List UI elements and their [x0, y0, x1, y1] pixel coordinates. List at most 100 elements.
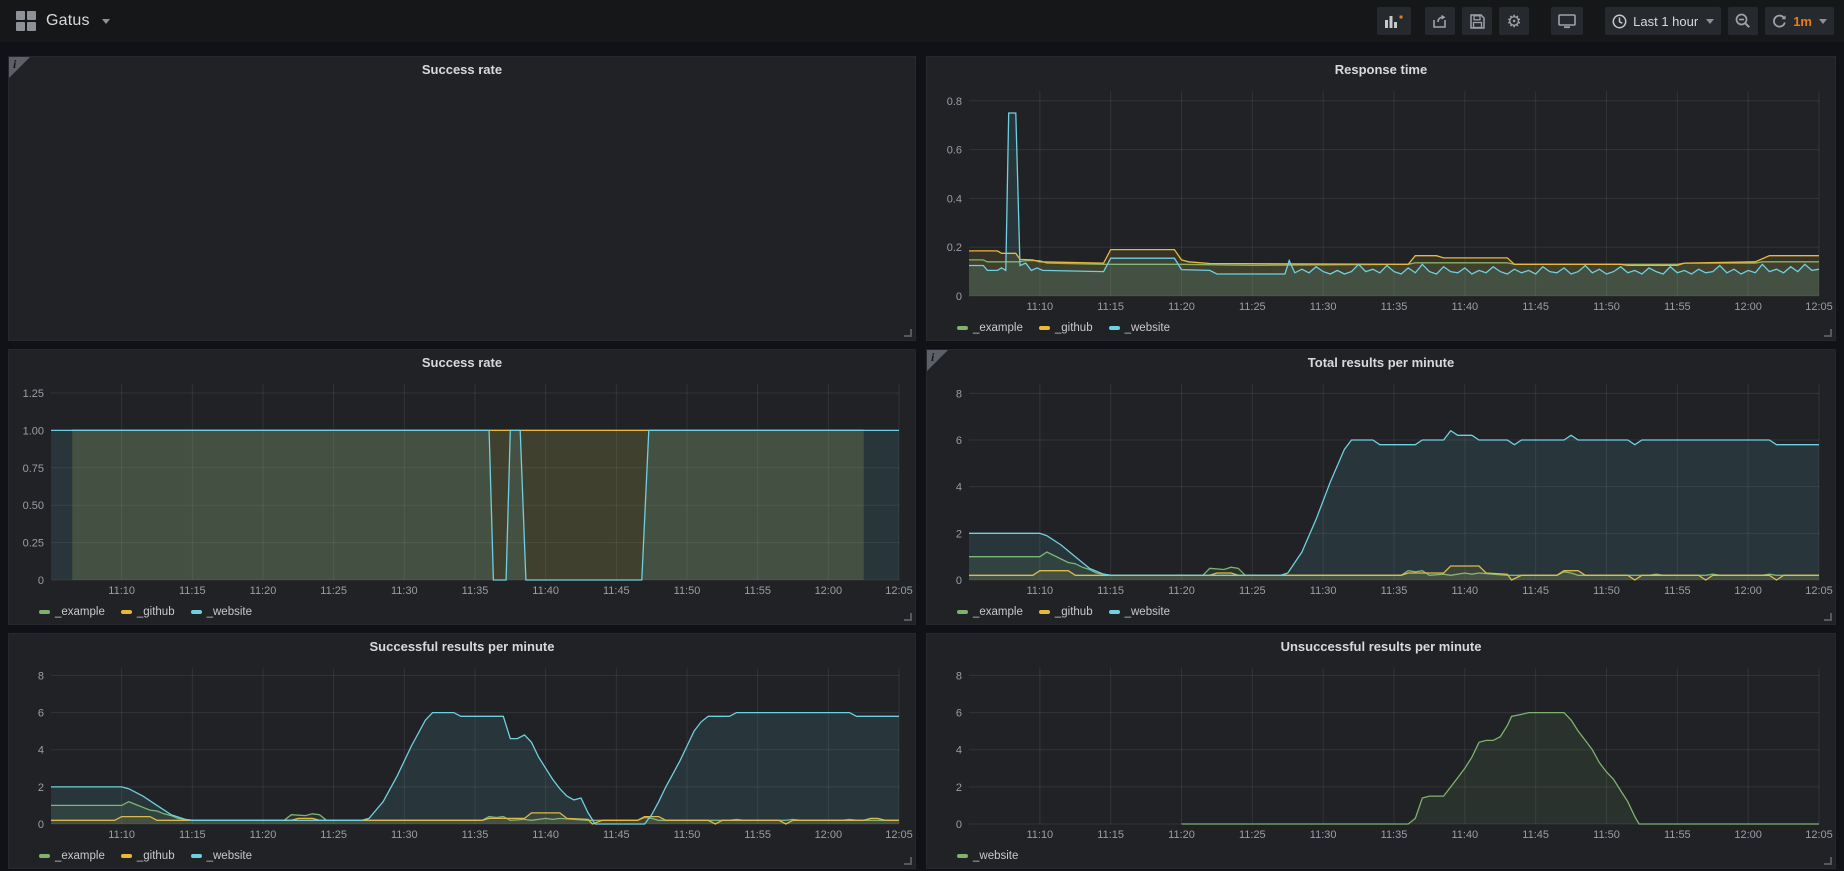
legend-item-_website[interactable]: _website [191, 606, 252, 618]
zoom-out-button[interactable] [1728, 7, 1758, 35]
panel-info-icon[interactable]: i [927, 350, 948, 371]
legend-label: _github [137, 850, 175, 862]
dashboard-caret-down-icon[interactable] [102, 19, 110, 24]
x-tick-label: 11:40 [1451, 301, 1478, 313]
y-tick-label: 6 [956, 435, 962, 447]
x-tick-label: 11:20 [1168, 301, 1195, 313]
navbar-right: ⚙ Last 1 hour [1370, 7, 1834, 35]
x-tick-label: 11:55 [1664, 585, 1691, 597]
panel-title[interactable]: Success rate [9, 57, 915, 83]
x-tick-label: 11:35 [462, 585, 489, 597]
legend-item-_website[interactable]: _website [957, 850, 1018, 862]
x-tick-label: 11:50 [1593, 301, 1620, 313]
x-tick-label: 11:35 [1381, 585, 1408, 597]
legend-item-_github[interactable]: _github [1039, 606, 1093, 618]
legend-label: _github [1055, 606, 1093, 618]
grafana-dashboard: Gatus [0, 0, 1844, 871]
legend-item-_github[interactable]: _github [121, 850, 175, 862]
unsuccessful-results-chart[interactable]: 11:1011:1511:2011:2511:3011:3511:4011:45… [927, 660, 1835, 844]
x-tick-label: 11:10 [108, 585, 135, 597]
legend-label: _example [973, 322, 1023, 334]
panel-successful-results: Successful results per minute 11:1011:15… [8, 633, 916, 869]
add-panel-button[interactable] [1377, 7, 1411, 35]
chart-canvas[interactable]: 11:1011:1511:2011:2511:3011:3511:4011:45… [9, 660, 915, 844]
x-tick-label: 11:15 [179, 829, 206, 841]
series-area-_website [969, 431, 1819, 580]
legend-item-_github[interactable]: _github [121, 606, 175, 618]
settings-button[interactable]: ⚙ [1499, 7, 1529, 35]
successful-results-chart[interactable]: 11:1011:1511:2011:2511:3011:3511:4011:45… [9, 660, 915, 844]
legend-label: _website [973, 850, 1018, 862]
x-tick-label: 11:10 [1026, 585, 1053, 597]
legend-label: _website [207, 606, 252, 618]
x-tick-label: 11:45 [603, 585, 630, 597]
tv-kiosk-icon [1558, 14, 1576, 29]
navbar: Gatus [0, 0, 1844, 42]
x-tick-label: 11:55 [744, 829, 771, 841]
legend-item-_example[interactable]: _example [957, 606, 1023, 618]
y-tick-label: 0 [38, 819, 44, 831]
legend-swatch [957, 610, 968, 614]
chart-canvas[interactable]: 11:1011:1511:2011:2511:3011:3511:4011:45… [927, 83, 1835, 316]
y-tick-label: 0.75 [23, 463, 44, 475]
navbar-left: Gatus [10, 11, 110, 31]
panel-success-rate-timeseries: Success rate 11:1011:1511:2011:2511:3011… [8, 349, 916, 625]
panel-title[interactable]: Total results per minute [927, 350, 1835, 376]
y-tick-label: 6 [38, 708, 44, 720]
panel-title[interactable]: Unsuccessful results per minute [927, 634, 1835, 660]
refresh-icon [1772, 14, 1787, 29]
x-tick-label: 11:20 [250, 585, 277, 597]
chart-canvas[interactable]: 11:1011:1511:2011:2511:3011:3511:4011:45… [927, 376, 1835, 600]
dashboard-title[interactable]: Gatus [46, 12, 90, 30]
panel-title[interactable]: Success rate [9, 350, 915, 376]
legend-item-_github[interactable]: _github [1039, 322, 1093, 334]
x-tick-label: 12:05 [1805, 829, 1833, 841]
total-results-chart[interactable]: 11:1011:1511:2011:2511:3011:3511:4011:45… [927, 376, 1835, 600]
legend-item-_website[interactable]: _website [1109, 322, 1170, 334]
refresh-interval-label: 1m [1793, 14, 1812, 29]
time-range-picker[interactable]: Last 1 hour [1605, 7, 1721, 35]
legend-swatch [1039, 610, 1050, 614]
x-tick-label: 11:15 [179, 585, 206, 597]
x-tick-label: 11:25 [320, 829, 347, 841]
x-tick-label: 11:25 [1239, 585, 1266, 597]
chart-canvas[interactable]: 11:1011:1511:2011:2511:3011:3511:4011:45… [9, 376, 915, 600]
panel-title[interactable]: Response time [927, 57, 1835, 83]
save-button[interactable] [1462, 7, 1492, 35]
kiosk-mode-button[interactable] [1551, 7, 1583, 35]
legend-swatch [39, 610, 50, 614]
zoom-out-icon [1735, 13, 1751, 29]
refresh-picker[interactable]: 1m [1765, 7, 1834, 35]
x-tick-label: 11:50 [1593, 585, 1620, 597]
x-tick-label: 11:45 [1522, 301, 1549, 313]
legend-swatch [121, 854, 132, 858]
y-tick-label: 8 [956, 388, 962, 400]
gauge-_example[interactable] [9, 83, 311, 340]
gauge-_github[interactable] [311, 83, 613, 340]
chart-canvas[interactable]: 11:1011:1511:2011:2511:3011:3511:4011:45… [927, 660, 1835, 844]
gauge-_website[interactable] [613, 83, 915, 340]
legend-item-_website[interactable]: _website [1109, 606, 1170, 618]
x-tick-label: 11:45 [603, 829, 630, 841]
x-tick-label: 11:50 [1593, 829, 1620, 841]
x-tick-label: 11:40 [1451, 829, 1478, 841]
x-tick-label: 11:35 [1381, 301, 1408, 313]
panel-info-icon[interactable]: i [9, 57, 30, 78]
x-tick-label: 12:00 [1734, 829, 1762, 841]
legend-item-_website[interactable]: _website [191, 850, 252, 862]
success-rate-chart[interactable]: 11:1011:1511:2011:2511:3011:3511:4011:45… [9, 376, 915, 600]
legend-item-_example[interactable]: _example [957, 322, 1023, 334]
share-button[interactable] [1425, 7, 1455, 35]
apps-grid-icon[interactable] [16, 11, 36, 31]
x-tick-label: 11:30 [391, 585, 418, 597]
legend-item-_example[interactable]: _example [39, 850, 105, 862]
gear-icon: ⚙ [1507, 13, 1522, 30]
legend-label: _example [973, 606, 1023, 618]
legend-item-_example[interactable]: _example [39, 606, 105, 618]
chart-legend: _example _github _website [9, 844, 915, 868]
clock-icon [1612, 14, 1627, 29]
x-tick-label: 11:30 [391, 829, 418, 841]
refresh-caret-down-icon [1819, 19, 1827, 24]
panel-title[interactable]: Successful results per minute [9, 634, 915, 660]
response-time-chart[interactable]: 11:1011:1511:2011:2511:3011:3511:4011:45… [927, 83, 1835, 316]
